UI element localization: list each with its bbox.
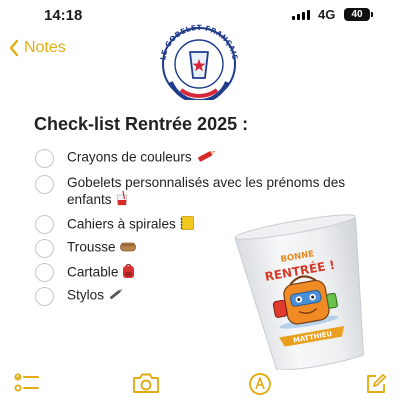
- backpack-icon: [121, 263, 136, 283]
- back-button[interactable]: Notes: [8, 39, 66, 57]
- checklist-item: Cahiers à spirales: [35, 215, 195, 235]
- checkbox[interactable]: [35, 215, 54, 234]
- checklist-item-label: Cartable: [67, 264, 119, 280]
- checklist-item: Cartable: [35, 263, 136, 283]
- bottom-toolbar: [0, 366, 400, 400]
- brand-logo: LE GOBELET FRANÇAIS: [158, 24, 239, 100]
- chevron-left-icon: [9, 39, 19, 57]
- checklist-icon[interactable]: [14, 372, 40, 394]
- checklist-item: Crayons de couleurs: [35, 149, 217, 168]
- signal-icon: [292, 9, 310, 20]
- checkbox[interactable]: [35, 149, 54, 168]
- compose-icon[interactable]: [364, 372, 388, 396]
- battery-icon: 40: [344, 8, 373, 21]
- checklist-item: Gobelets personnalisés avec les prénoms …: [35, 175, 377, 210]
- checklist-item: Trousse: [35, 239, 137, 258]
- cup-icon: [115, 190, 129, 210]
- status-time: 14:18: [44, 7, 83, 24]
- note-title: Check-list Rentrée 2025 :: [34, 114, 249, 134]
- pen-icon: [107, 287, 125, 305]
- checklist-item-label: Cahiers à spirales: [67, 216, 176, 232]
- cup-photo: BONNE RENTRÉE ! MATTHIEU: [234, 214, 364, 370]
- markup-icon[interactable]: [248, 372, 272, 396]
- checklist-item: Stylos: [35, 287, 125, 306]
- crayon-icon: [195, 149, 217, 167]
- checklist-item-label: Gobelets personnalisés avec les prénoms …: [67, 175, 346, 208]
- checkbox[interactable]: [35, 287, 54, 306]
- back-label: Notes: [24, 39, 66, 56]
- pouch-icon: [119, 239, 137, 257]
- camera-icon[interactable]: [131, 372, 161, 394]
- battery-level: 40: [351, 9, 363, 20]
- checkbox[interactable]: [35, 239, 54, 258]
- checkbox[interactable]: [35, 263, 54, 282]
- checkbox[interactable]: [35, 175, 54, 194]
- notebook-icon: [179, 215, 195, 235]
- checklist-item-label: Crayons de couleurs: [67, 149, 192, 165]
- checklist-item-label: Trousse: [67, 239, 116, 255]
- network-type: 4G: [318, 7, 336, 22]
- checklist-item-label: Stylos: [67, 287, 105, 303]
